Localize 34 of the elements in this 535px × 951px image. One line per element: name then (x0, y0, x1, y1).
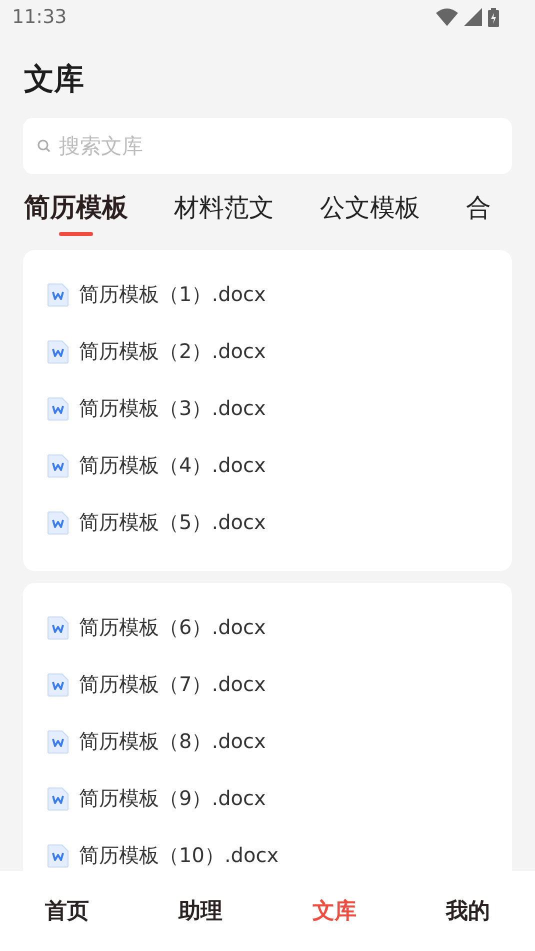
page-title: 文库 (24, 61, 85, 99)
word-file-icon (47, 616, 69, 640)
word-file-icon (47, 844, 69, 868)
nav-tab[interactable]: 文库 (312, 896, 356, 926)
search-field[interactable]: 搜索文库 (23, 118, 512, 174)
word-file-icon (47, 510, 69, 534)
category-tab[interactable]: 材料范文 (174, 192, 274, 236)
word-file-icon (47, 396, 69, 420)
file-name[interactable]: 简历模板（10）.docx (79, 842, 279, 869)
battery-icon (488, 8, 499, 26)
nav-tab[interactable]: 首页 (44, 896, 89, 926)
file-name[interactable]: 简历模板（9）.docx (79, 785, 266, 812)
file-name[interactable]: 简历模板（7）.docx (79, 671, 266, 698)
word-file-icon (47, 730, 69, 754)
word-file-icon (47, 454, 69, 478)
category-tab[interactable]: 简历模板 (24, 192, 128, 236)
word-file-icon (47, 340, 69, 364)
file-name[interactable]: 简历模板（3）.docx (79, 395, 266, 422)
category-tab[interactable]: 合 (466, 192, 491, 236)
file-name[interactable]: 简历模板（5）.docx (79, 509, 266, 536)
wifi-icon (436, 8, 458, 26)
status-time: 11:33 (12, 6, 67, 28)
file-name[interactable]: 简历模板（1）.docx (79, 281, 266, 308)
word-file-icon (47, 282, 69, 306)
file-name[interactable]: 简历模板（4）.docx (79, 452, 266, 479)
file-name[interactable]: 简历模板（6）.docx (79, 614, 266, 641)
nav-tab[interactable]: 我的 (446, 896, 490, 926)
nav-tab[interactable]: 助理 (178, 896, 223, 926)
signal-icon (464, 8, 482, 26)
word-file-icon (47, 672, 69, 696)
file-name[interactable]: 简历模板（8）.docx (79, 728, 266, 755)
file-name[interactable]: 简历模板（2）.docx (79, 338, 266, 365)
category-tab[interactable]: 公文模板 (320, 192, 420, 236)
word-file-icon (47, 786, 69, 810)
